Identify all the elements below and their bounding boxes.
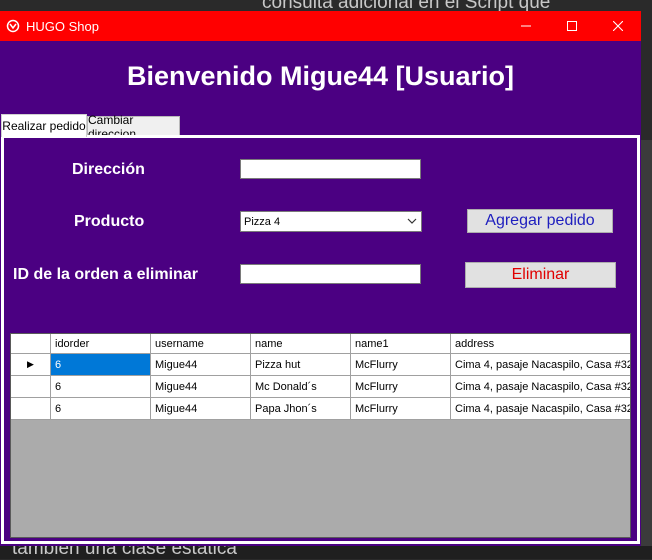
table-cell[interactable]: McFlurry [351, 376, 451, 398]
agregar-pedido-button[interactable]: Agregar pedido [467, 209, 613, 233]
close-icon [613, 21, 623, 31]
background-panel [640, 140, 652, 559]
tab-realizar-pedido[interactable]: Realizar pedido [1, 114, 87, 137]
table-cell[interactable]: Migue44 [151, 354, 251, 376]
column-header-name1[interactable]: name1 [351, 334, 451, 354]
table-cell[interactable]: Migue44 [151, 376, 251, 398]
table-cell[interactable]: Cima 4, pasaje Nacaspilo, Casa #32 [451, 354, 630, 376]
table-cell[interactable]: McFlurry [351, 354, 451, 376]
table-cell[interactable]: Papa Jhon´s [251, 398, 351, 420]
row-header[interactable] [11, 398, 51, 420]
minimize-icon [521, 25, 531, 27]
table-row[interactable]: 6 Migue44 Papa Jhon´s McFlurry Cima 4, p… [11, 398, 630, 420]
table-row[interactable]: ▶ 6 Migue44 Pizza hut McFlurry Cima 4, p… [11, 354, 630, 376]
producto-selected-value: Pizza 4 [244, 215, 281, 228]
table-row[interactable]: 6 Migue44 Mc Donald´s McFlurry Cima 4, p… [11, 376, 630, 398]
producto-select[interactable]: Pizza 4 [240, 211, 422, 232]
window-title: HUGO Shop [26, 19, 99, 34]
direccion-input[interactable] [240, 159, 421, 179]
table-cell[interactable]: 6 [51, 354, 151, 376]
direccion-label: Dirección [72, 161, 145, 178]
column-header-username[interactable]: username [151, 334, 251, 354]
column-header-idorder[interactable]: idorder [51, 334, 151, 354]
chevron-down-icon [407, 218, 417, 224]
producto-label: Producto [74, 213, 145, 230]
column-header-name[interactable]: name [251, 334, 351, 354]
row-header-corner[interactable] [11, 334, 51, 354]
table-cell[interactable]: Pizza hut [251, 354, 351, 376]
table-cell[interactable]: Migue44 [151, 398, 251, 420]
row-header[interactable]: ▶ [11, 354, 51, 376]
table-cell[interactable]: Cima 4, pasaje Nacaspilo, Casa #32 [451, 398, 630, 420]
welcome-heading: Bienvenido Migue44 [Usuario] [126, 61, 515, 91]
eliminar-button[interactable]: Eliminar [465, 262, 616, 288]
table-cell[interactable]: 6 [51, 376, 151, 398]
table-cell[interactable]: Cima 4, pasaje Nacaspilo, Casa #32 [451, 376, 630, 398]
table-cell[interactable]: McFlurry [351, 398, 451, 420]
row-header[interactable] [11, 376, 51, 398]
title-bar[interactable]: HUGO Shop [0, 11, 641, 41]
table-cell[interactable]: Mc Donald´s [251, 376, 351, 398]
maximize-button[interactable] [549, 11, 595, 41]
eliminar-id-label: ID de la orden a eliminar [13, 266, 198, 283]
table-cell[interactable]: 6 [51, 398, 151, 420]
minimize-button[interactable] [503, 11, 549, 41]
maximize-icon [567, 21, 577, 31]
grid-header-row: idorder username name name1 address [11, 334, 630, 356]
column-header-address[interactable]: address [451, 334, 630, 354]
orders-grid[interactable]: idorder username name name1 address ▶ 6 … [10, 333, 631, 538]
app-icon [6, 19, 20, 33]
eliminar-id-input[interactable] [240, 264, 421, 284]
tab-cambiar-direccion[interactable]: Cambiar direccion [87, 113, 180, 141]
current-row-arrow-icon: ▶ [27, 359, 34, 369]
close-button[interactable] [595, 11, 641, 41]
